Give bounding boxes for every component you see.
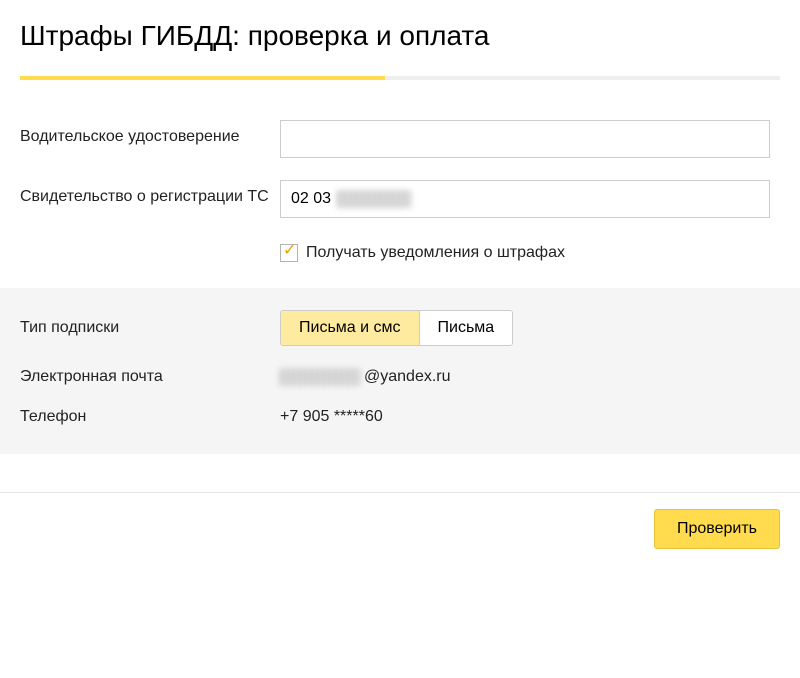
- check-icon: ✓: [283, 243, 296, 259]
- notify-checkbox-label: Получать уведомления о штрафах: [306, 244, 565, 262]
- email-row: Электронная почта @yandex.ru: [20, 368, 780, 386]
- phone-row: Телефон +7 905 *****60: [20, 408, 780, 426]
- email-masked-part: [280, 368, 360, 386]
- registration-value-masked: [337, 190, 411, 208]
- registration-label: Свидетельство о регистрации ТС: [20, 180, 280, 208]
- footer-bar: Проверить: [0, 492, 800, 565]
- driver-license-row: Водительское удостоверение: [20, 120, 780, 158]
- subscription-type-label: Тип подписки: [20, 319, 280, 337]
- email-domain: @yandex.ru: [364, 368, 451, 386]
- registration-value-visible: 02 03: [291, 190, 331, 208]
- driver-license-label: Водительское удостоверение: [20, 120, 280, 148]
- subscription-block: Тип подписки Письма и смс Письма Электро…: [0, 288, 800, 454]
- progress-fill: [20, 76, 385, 80]
- phone-label: Телефон: [20, 408, 280, 426]
- page-title: Штрафы ГИБДД: проверка и оплата: [20, 20, 780, 52]
- notify-checkbox-row: ✓ Получать уведомления о штрафах: [280, 244, 780, 262]
- email-value: @yandex.ru: [280, 368, 780, 386]
- toggle-letters-sms[interactable]: Письма и смс: [281, 311, 419, 345]
- notify-checkbox[interactable]: ✓: [280, 244, 298, 262]
- email-label: Электронная почта: [20, 368, 280, 386]
- submit-button[interactable]: Проверить: [654, 509, 780, 549]
- subscription-type-row: Тип подписки Письма и смс Письма: [20, 310, 780, 346]
- registration-input[interactable]: 02 03: [280, 180, 770, 218]
- subscription-toggle-group: Письма и смс Письма: [280, 310, 513, 346]
- phone-value: +7 905 *****60: [280, 408, 780, 426]
- progress-bar: [20, 76, 780, 80]
- toggle-letters[interactable]: Письма: [419, 311, 513, 345]
- driver-license-input[interactable]: [280, 120, 770, 158]
- registration-row: Свидетельство о регистрации ТС 02 03: [20, 180, 780, 218]
